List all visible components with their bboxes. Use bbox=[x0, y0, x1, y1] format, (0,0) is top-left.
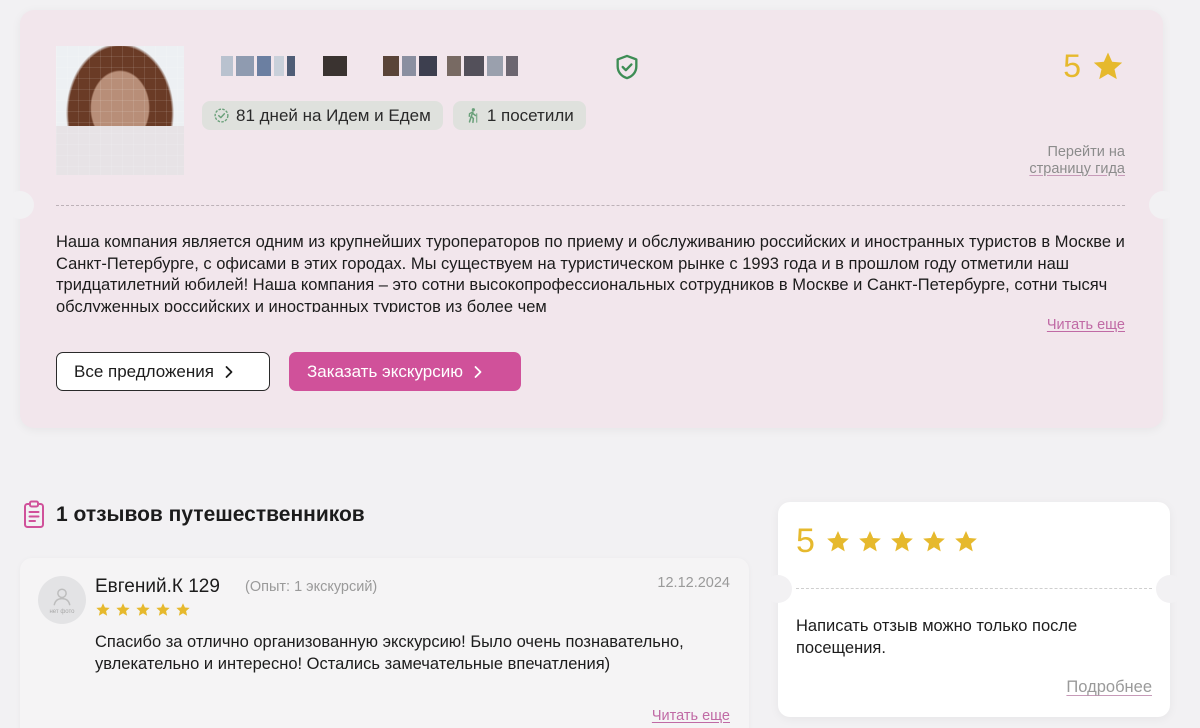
reviewer-name[interactable]: Евгений.К 129 bbox=[95, 576, 220, 598]
chevron-right-icon bbox=[225, 365, 233, 378]
card-notch-left bbox=[764, 575, 792, 603]
rating-summary-card: 5 Написать отзыв можно только после посе… bbox=[764, 502, 1184, 717]
star-icon bbox=[116, 603, 130, 616]
all-offers-button[interactable]: Все предложения bbox=[56, 352, 270, 391]
star-icon bbox=[1093, 52, 1123, 79]
description-read-more-link[interactable]: Читать еще bbox=[1047, 317, 1125, 333]
star-icon bbox=[136, 603, 150, 616]
avatar-pixelation bbox=[56, 46, 184, 175]
summary-divider bbox=[796, 588, 1152, 589]
review-restriction-note: Написать отзыв можно только после посеще… bbox=[796, 617, 1078, 657]
days-on-site-label: 81 дней на Идем и Едем bbox=[236, 105, 431, 125]
reviewer-avatar: нет фото bbox=[38, 576, 86, 624]
all-offers-label: Все предложения bbox=[74, 361, 214, 381]
review-stars bbox=[95, 602, 191, 618]
chevron-right-icon bbox=[474, 365, 482, 378]
star-icon bbox=[96, 603, 110, 616]
card-notch-right bbox=[1156, 575, 1184, 603]
guide-page-link[interactable]: Перейти на страницу гида bbox=[1029, 144, 1125, 178]
star-icon bbox=[827, 530, 849, 551]
visited-count-badge: 1 посетили bbox=[452, 101, 586, 130]
star-icon bbox=[176, 603, 190, 616]
book-excursion-button[interactable]: Заказать экскурсию bbox=[289, 352, 521, 391]
guide-description: Наша компания является одним из крупнейш… bbox=[56, 233, 1125, 312]
summary-rating-value: 5 bbox=[796, 522, 815, 560]
star-icon bbox=[156, 603, 170, 616]
card-notch-left bbox=[6, 191, 34, 219]
clipboard-icon bbox=[24, 500, 44, 528]
review-text: Спасибо за отлично организованную экскур… bbox=[95, 633, 684, 673]
review-card: нет фото Евгений.К 129 (Опыт: 1 экскурси… bbox=[20, 558, 749, 728]
star-icon bbox=[955, 530, 977, 551]
check-circle-icon bbox=[214, 108, 229, 123]
visited-count-label: 1 посетили bbox=[486, 105, 574, 125]
reviews-heading: 1 отзывов путешественников bbox=[22, 500, 365, 530]
star-icon bbox=[859, 530, 881, 551]
book-excursion-label: Заказать экскурсию bbox=[307, 361, 463, 381]
guide-name-blurred[interactable] bbox=[221, 55, 518, 77]
guide-rating: 5 bbox=[1063, 48, 1125, 85]
guide-page-link-line1: Перейти на bbox=[1047, 144, 1125, 160]
user-icon bbox=[53, 587, 71, 605]
review-date: 12.12.2024 bbox=[657, 575, 730, 591]
no-photo-label: нет фото bbox=[49, 608, 75, 615]
guide-card: 5 81 дней на Идем и Едем 1 посетили Пере… bbox=[6, 10, 1177, 428]
reviewer-experience: (Опыт: 1 экскурсий) bbox=[245, 579, 378, 595]
star-icon bbox=[891, 530, 913, 551]
more-info-link[interactable]: Подробнее bbox=[1066, 678, 1152, 697]
summary-rating: 5 bbox=[796, 522, 979, 561]
star-icon bbox=[923, 530, 945, 551]
reviews-title: 1 отзывов путешественников bbox=[56, 503, 365, 526]
rating-value: 5 bbox=[1063, 48, 1081, 84]
hiker-icon bbox=[468, 108, 478, 124]
guide-page-link-line2: страницу гида bbox=[1029, 161, 1125, 177]
guide-badges: 81 дней на Идем и Едем 1 посетили bbox=[202, 101, 586, 130]
guide-avatar[interactable] bbox=[56, 46, 184, 175]
days-on-site-badge: 81 дней на Идем и Едем bbox=[202, 101, 443, 130]
card-notch-right bbox=[1149, 191, 1177, 219]
card-divider bbox=[56, 205, 1125, 206]
shield-check-icon bbox=[616, 54, 638, 80]
review-read-more-link[interactable]: Читать еще bbox=[652, 708, 730, 724]
